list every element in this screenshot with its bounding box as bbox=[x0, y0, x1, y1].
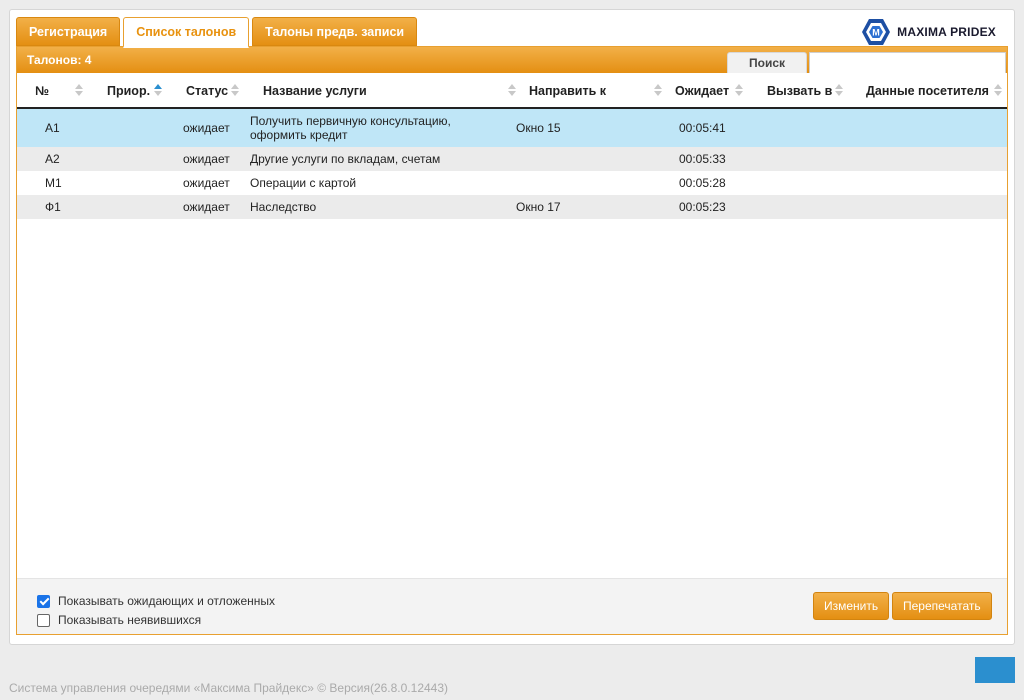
reprint-button[interactable]: Перепечатать bbox=[892, 592, 992, 620]
tab-ticket-list[interactable]: Список талонов bbox=[123, 17, 250, 48]
tab-registration[interactable]: Регистрация bbox=[16, 17, 121, 46]
cell-waiting: 00:05:41 bbox=[679, 121, 726, 135]
cell-service: Наследство bbox=[250, 200, 317, 214]
cell-number: М1 bbox=[45, 176, 62, 190]
brand-logo: M MAXIMA PRIDEX bbox=[861, 18, 996, 46]
show-absent-option[interactable]: Показывать неявившихся bbox=[37, 613, 201, 627]
sort-icon[interactable] bbox=[735, 84, 743, 98]
table-row[interactable]: Ф1 ожидает Наследство Окно 17 00:05:23 bbox=[17, 195, 1007, 219]
column-service-name[interactable]: Название услуги bbox=[263, 73, 367, 109]
sort-icon[interactable] bbox=[835, 84, 843, 98]
column-waiting[interactable]: Ожидает bbox=[675, 73, 729, 109]
cell-status: ожидает bbox=[183, 176, 230, 190]
column-call-to[interactable]: Вызвать в bbox=[767, 73, 832, 109]
sort-icon[interactable] bbox=[75, 84, 83, 98]
sort-icon[interactable] bbox=[654, 84, 662, 98]
cell-status: ожидает bbox=[183, 152, 230, 166]
show-waiting-label: Показывать ожидающих и отложенных bbox=[58, 594, 276, 608]
cell-service: Получить первичную консультацию, оформит… bbox=[250, 114, 451, 142]
panel-header: Талонов: 4 Поиск bbox=[17, 47, 1007, 73]
status-bar: Система управления очередями «Максима Пр… bbox=[9, 681, 449, 695]
cell-number: Ф1 bbox=[45, 200, 61, 214]
maxima-hexagon-logo-icon: M bbox=[862, 19, 891, 45]
table-row[interactable]: А2 ожидает Другие услуги по вкладам, сче… bbox=[17, 147, 1007, 171]
show-absent-label: Показывать неявившихся bbox=[58, 613, 202, 627]
ticket-list-panel: Талонов: 4 Поиск № Приор. Статус Названи… bbox=[16, 46, 1008, 635]
column-label: Статус bbox=[186, 84, 229, 98]
app-window: Регистрация Список талонов Талоны предв.… bbox=[9, 9, 1015, 645]
cell-waiting: 00:05:23 bbox=[679, 200, 726, 214]
cell-number: А2 bbox=[45, 152, 60, 166]
column-label: Вызвать в bbox=[767, 84, 833, 98]
panel-footer: Показывать ожидающих и отложенных Показы… bbox=[17, 578, 1007, 634]
ticket-count: Талонов: 4 bbox=[27, 53, 92, 67]
search-area: Поиск bbox=[727, 52, 1006, 73]
column-visitor-data[interactable]: Данные посетителя bbox=[866, 73, 989, 109]
column-label: Ожидает bbox=[675, 84, 730, 98]
cell-waiting: 00:05:28 bbox=[679, 176, 726, 190]
column-label: Приор. bbox=[107, 84, 151, 98]
column-label: Направить к bbox=[529, 84, 607, 98]
cell-number: А1 bbox=[45, 121, 60, 135]
show-waiting-option[interactable]: Показывать ожидающих и отложенных bbox=[37, 594, 275, 608]
sort-icon[interactable] bbox=[508, 84, 516, 98]
column-status[interactable]: Статус bbox=[186, 73, 228, 109]
column-label: № bbox=[35, 84, 49, 98]
brand-name: MAXIMA PRIDEX bbox=[897, 25, 996, 39]
show-waiting-checkbox[interactable] bbox=[37, 594, 50, 608]
cell-direct-to: Окно 15 bbox=[516, 121, 561, 135]
svg-text:M: M bbox=[872, 28, 880, 38]
cell-service: Другие услуги по вкладам, счетам bbox=[250, 152, 441, 166]
sort-icon[interactable] bbox=[231, 84, 239, 98]
sort-icon[interactable] bbox=[994, 84, 1002, 98]
column-priority[interactable]: Приор. bbox=[107, 73, 150, 109]
cell-direct-to: Окно 17 bbox=[516, 200, 561, 214]
table-row[interactable]: М1 ожидает Операции с картой 00:05:28 bbox=[17, 171, 1007, 195]
column-direct-to[interactable]: Направить к bbox=[529, 73, 606, 109]
table-header: № Приор. Статус Название услуги Направит… bbox=[17, 73, 1007, 109]
corner-action-button[interactable] bbox=[975, 657, 1015, 683]
cell-waiting: 00:05:33 bbox=[679, 152, 726, 166]
show-absent-checkbox[interactable] bbox=[37, 613, 50, 627]
column-label: Название услуги bbox=[263, 84, 367, 98]
cell-service: Операции с картой bbox=[250, 176, 357, 190]
cell-status: ожидает bbox=[183, 200, 230, 214]
edit-button[interactable]: Изменить bbox=[813, 592, 890, 620]
column-label: Данные посетителя bbox=[866, 84, 989, 98]
sort-ascending-icon[interactable] bbox=[154, 84, 162, 98]
table-body: А1 ожидает Получить первичную консультац… bbox=[17, 109, 1007, 219]
search-input[interactable] bbox=[809, 52, 1006, 73]
tab-preregistered-tickets[interactable]: Талоны предв. записи bbox=[252, 17, 418, 46]
table-row[interactable]: А1 ожидает Получить первичную консультац… bbox=[17, 109, 1007, 147]
cell-status: ожидает bbox=[183, 121, 230, 135]
search-label: Поиск bbox=[727, 52, 807, 73]
column-number[interactable]: № bbox=[35, 73, 49, 109]
